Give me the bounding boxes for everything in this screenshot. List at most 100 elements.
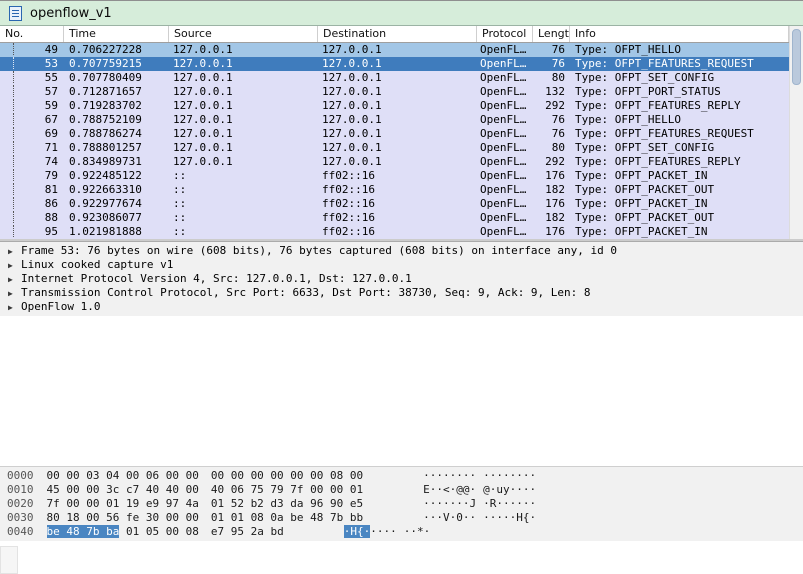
detail-row-linux-cooked[interactable]: ▶ Linux cooked capture v1 (0, 258, 803, 272)
expand-arrow-icon[interactable]: ▶ (8, 259, 21, 272)
packet-protocol: OpenFL… (480, 71, 527, 84)
detail-row-ipv4[interactable]: ▶ Internet Protocol Version 4, Src: 127.0… (0, 272, 803, 286)
hex-bytes-right[interactable]: 01 01 08 0a be 48 7b bb (211, 511, 363, 524)
packet-protocol: OpenFL… (480, 183, 527, 196)
packet-no: 49 (44, 43, 58, 56)
hex-bytes-left[interactable]: 00 00 03 04 00 06 00 00 (47, 469, 199, 482)
hex-bytes-left[interactable]: 01 05 00 08 (119, 525, 199, 538)
conversation-tick (0, 127, 18, 141)
packet-row[interactable]: 95 1.021981888 :: ff02::16 OpenFL… 176 T… (0, 225, 789, 239)
packet-time: 0.788786274 (69, 127, 142, 140)
hex-row[interactable]: 0000 00 00 03 04 00 06 00 00 00 00 00 00 0… (0, 469, 803, 483)
packet-row[interactable]: 57 0.712871657 127.0.0.1 127.0.0.1 OpenF… (0, 85, 789, 99)
packet-length: 292 (545, 155, 565, 168)
hex-ascii-right[interactable]: @·uy···· (483, 483, 536, 496)
vertical-scrollbar[interactable] (789, 26, 803, 239)
packet-protocol: OpenFL… (480, 85, 527, 98)
hex-ascii-left[interactable]: ········ (423, 469, 476, 482)
column-header-protocol[interactable]: Protocol (477, 26, 533, 42)
hex-row[interactable]: 0040 be 48 7b ba 01 05 00 08 e7 95 2a bd ·H… (0, 525, 803, 539)
packet-row[interactable]: 55 0.707780409 127.0.0.1 127.0.0.1 OpenF… (0, 71, 789, 85)
packet-destination: 127.0.0.1 (322, 141, 382, 154)
detail-row-tcp[interactable]: ▶ Transmission Control Protocol, Src Port… (0, 286, 803, 300)
hex-ascii-left[interactable]: ···· (370, 525, 397, 538)
hex-row[interactable]: 0010 45 00 00 3c c7 40 40 00 40 06 75 79 7… (0, 483, 803, 497)
packet-row[interactable]: 59 0.719283702 127.0.0.1 127.0.0.1 OpenF… (0, 99, 789, 113)
packet-protocol: OpenFL… (480, 127, 527, 140)
packet-destination: 127.0.0.1 (322, 57, 382, 70)
packet-row[interactable]: 67 0.788752109 127.0.0.1 127.0.0.1 OpenF… (0, 113, 789, 127)
packet-row[interactable]: 71 0.788801257 127.0.0.1 127.0.0.1 OpenF… (0, 141, 789, 155)
packet-row[interactable]: 74 0.834989731 127.0.0.1 127.0.0.1 OpenF… (0, 155, 789, 169)
packet-length: 176 (545, 169, 565, 182)
packet-row[interactable]: 81 0.922663310 :: ff02::16 OpenFL… 182 T… (0, 183, 789, 197)
hex-ascii-left[interactable]: ·······J (423, 497, 476, 510)
packet-protocol: OpenFL… (480, 141, 527, 154)
packet-protocol: OpenFL… (480, 57, 527, 70)
packet-row-selected[interactable]: 53 0.707759215 127.0.0.1 127.0.0.1 OpenF… (0, 57, 789, 71)
detail-text: Linux cooked capture v1 (21, 258, 174, 271)
detail-row-frame[interactable]: ▶ Frame 53: 76 bytes on wire (608 bits), … (0, 244, 803, 258)
packet-time: 0.923086077 (69, 211, 142, 224)
packet-details-pane: ▶ Frame 53: 76 bytes on wire (608 bits), … (0, 242, 803, 466)
hex-ascii-right[interactable]: ·R······ (483, 497, 536, 510)
packet-source: 127.0.0.1 (173, 155, 233, 168)
column-header-destination[interactable]: Destination (318, 26, 477, 42)
hex-row[interactable]: 0030 80 18 00 56 fe 30 00 00 01 01 08 0a b… (0, 511, 803, 525)
hex-ascii-right[interactable]: ········ (483, 469, 536, 482)
packet-length: 76 (551, 113, 565, 126)
packet-source: 127.0.0.1 (173, 85, 233, 98)
packet-destination: ff02::16 (322, 211, 375, 224)
hex-bytes-right[interactable]: 01 52 b2 d3 da 96 90 e5 (211, 497, 363, 510)
hex-ascii-left[interactable]: ···V·0·· (423, 511, 476, 524)
hex-bytes-right[interactable]: e7 95 2a bd (211, 525, 284, 538)
hex-selected-bytes[interactable]: be 48 7b ba (46, 525, 120, 538)
packet-destination: 127.0.0.1 (322, 127, 382, 140)
column-header-length[interactable]: Length (533, 26, 570, 42)
packet-row[interactable]: 88 0.923086077 :: ff02::16 OpenFL… 182 T… (0, 211, 789, 225)
column-header-info[interactable]: Info (570, 26, 789, 42)
packet-no: 79 (44, 169, 58, 182)
hex-ascii-right[interactable]: ·····H{· (483, 511, 536, 524)
expand-arrow-icon[interactable]: ▶ (8, 301, 21, 314)
packet-length: 80 (551, 71, 565, 84)
packet-row[interactable]: 79 0.922485122 :: ff02::16 OpenFL… 176 T… (0, 169, 789, 183)
window-titlebar[interactable]: openflow_v1 (0, 0, 803, 26)
expand-arrow-icon[interactable]: ▶ (8, 287, 21, 300)
hex-bytes-left[interactable]: 80 18 00 56 fe 30 00 00 (47, 511, 199, 524)
scrollbar-thumb[interactable] (792, 29, 801, 85)
hex-offset: 0030 (7, 511, 34, 524)
detail-row-openflow[interactable]: ▶ OpenFlow 1.0 (0, 300, 803, 314)
hex-bytes-right[interactable]: 00 00 00 00 00 00 08 00 (211, 469, 363, 482)
hex-bytes-right[interactable]: 40 06 75 79 7f 00 00 01 (211, 483, 363, 496)
conversation-tick (0, 43, 18, 57)
hex-ascii-left[interactable]: E··<·@@· (423, 483, 476, 496)
packet-row[interactable]: 86 0.922977674 :: ff02::16 OpenFL… 176 T… (0, 197, 789, 211)
column-header-no[interactable]: No. (0, 26, 64, 42)
column-header-time[interactable]: Time (64, 26, 169, 42)
conversation-tick (0, 211, 18, 225)
hex-bytes-left[interactable]: 45 00 00 3c c7 40 40 00 (47, 483, 199, 496)
packet-row[interactable]: 69 0.788786274 127.0.0.1 127.0.0.1 OpenF… (0, 127, 789, 141)
packet-info: Type: OFPT_PACKET_IN (575, 197, 708, 210)
packet-time: 0.707780409 (69, 71, 142, 84)
hex-bytes-left[interactable]: 7f 00 00 01 19 e9 97 4a (47, 497, 199, 510)
packet-info: Type: OFPT_FEATURES_REPLY (575, 99, 741, 112)
hex-selected-ascii[interactable]: ·H{· (343, 525, 371, 538)
detail-text: Internet Protocol Version 4, Src: 127.0.… (21, 272, 412, 285)
hex-ascii-right[interactable]: ··*· (404, 525, 431, 538)
detail-text: OpenFlow 1.0 (21, 300, 101, 313)
packet-destination: ff02::16 (322, 169, 375, 182)
expand-arrow-icon[interactable]: ▶ (8, 245, 21, 258)
expand-arrow-icon[interactable]: ▶ (8, 273, 21, 286)
packet-protocol: OpenFL… (480, 197, 527, 210)
packet-info: Type: OFPT_FEATURES_REQUEST (575, 127, 754, 140)
packet-protocol: OpenFL… (480, 43, 527, 56)
packet-time: 0.707759215 (69, 57, 142, 70)
column-header-source[interactable]: Source (169, 26, 318, 42)
detail-text: Transmission Control Protocol, Src Port:… (21, 286, 591, 299)
conversation-tick (0, 113, 18, 127)
hex-row[interactable]: 0020 7f 00 00 01 19 e9 97 4a 01 52 b2 d3 d… (0, 497, 803, 511)
packet-row[interactable]: 49 0.706227228 127.0.0.1 127.0.0.1 OpenF… (0, 43, 789, 57)
detail-tree: ▶ Frame 53: 76 bytes on wire (608 bits), … (0, 242, 803, 316)
